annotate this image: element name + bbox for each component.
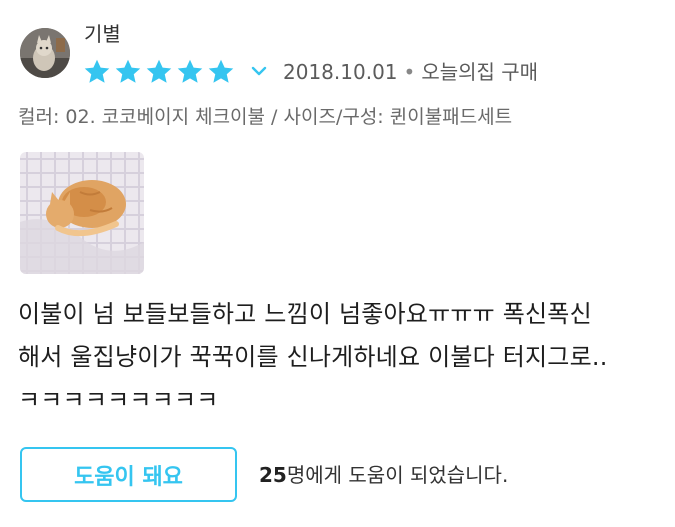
star-icon — [146, 59, 172, 83]
review-photo[interactable] — [20, 152, 144, 274]
review-meta: 2018.10.01 • 오늘의집 구매 — [283, 58, 538, 86]
cat-photo-icon — [20, 152, 144, 274]
star-icon — [177, 59, 203, 83]
review-date: 2018.10.01 — [283, 60, 398, 84]
helpful-count-suffix: 명에게 도움이 되었습니다. — [286, 463, 509, 487]
star-icon — [115, 59, 141, 83]
star-icon — [208, 59, 234, 83]
user-avatar[interactable] — [20, 28, 70, 78]
review-line: 해서 울집냥이가 꾹꾹이를 신나게하네요 이불다 터지그로.. — [18, 343, 608, 371]
star-rating — [82, 57, 236, 87]
cat-avatar-icon — [20, 28, 70, 78]
purchase-source: 오늘의집 구매 — [421, 60, 539, 84]
review-body: 이불이 넘 보들보들하고 느낌이 넘좋아요ㅠㅠㅠ 폭신폭신 해서 울집냥이가 꾹… — [18, 293, 658, 422]
review-line: 이불이 넘 보들보들하고 느낌이 넘좋아요ㅠㅠㅠ 폭신폭신 — [18, 300, 592, 328]
helpful-count-text: 25명에게 도움이 되었습니다. — [259, 461, 508, 489]
meta-separator: • — [403, 60, 416, 84]
username: 기별 — [84, 22, 121, 46]
review-line: ㅋㅋㅋㅋㅋㅋㅋㅋㅋ — [18, 386, 219, 414]
chevron-down-icon[interactable] — [247, 59, 271, 83]
helpful-button[interactable]: 도움이 돼요 — [20, 447, 237, 502]
helpful-count: 25 — [259, 463, 287, 487]
star-icon — [84, 59, 110, 83]
purchase-option: 컬러: 02. 코코베이지 체크이불 / 사이즈/구성: 퀸이불패드세트 — [18, 106, 513, 128]
